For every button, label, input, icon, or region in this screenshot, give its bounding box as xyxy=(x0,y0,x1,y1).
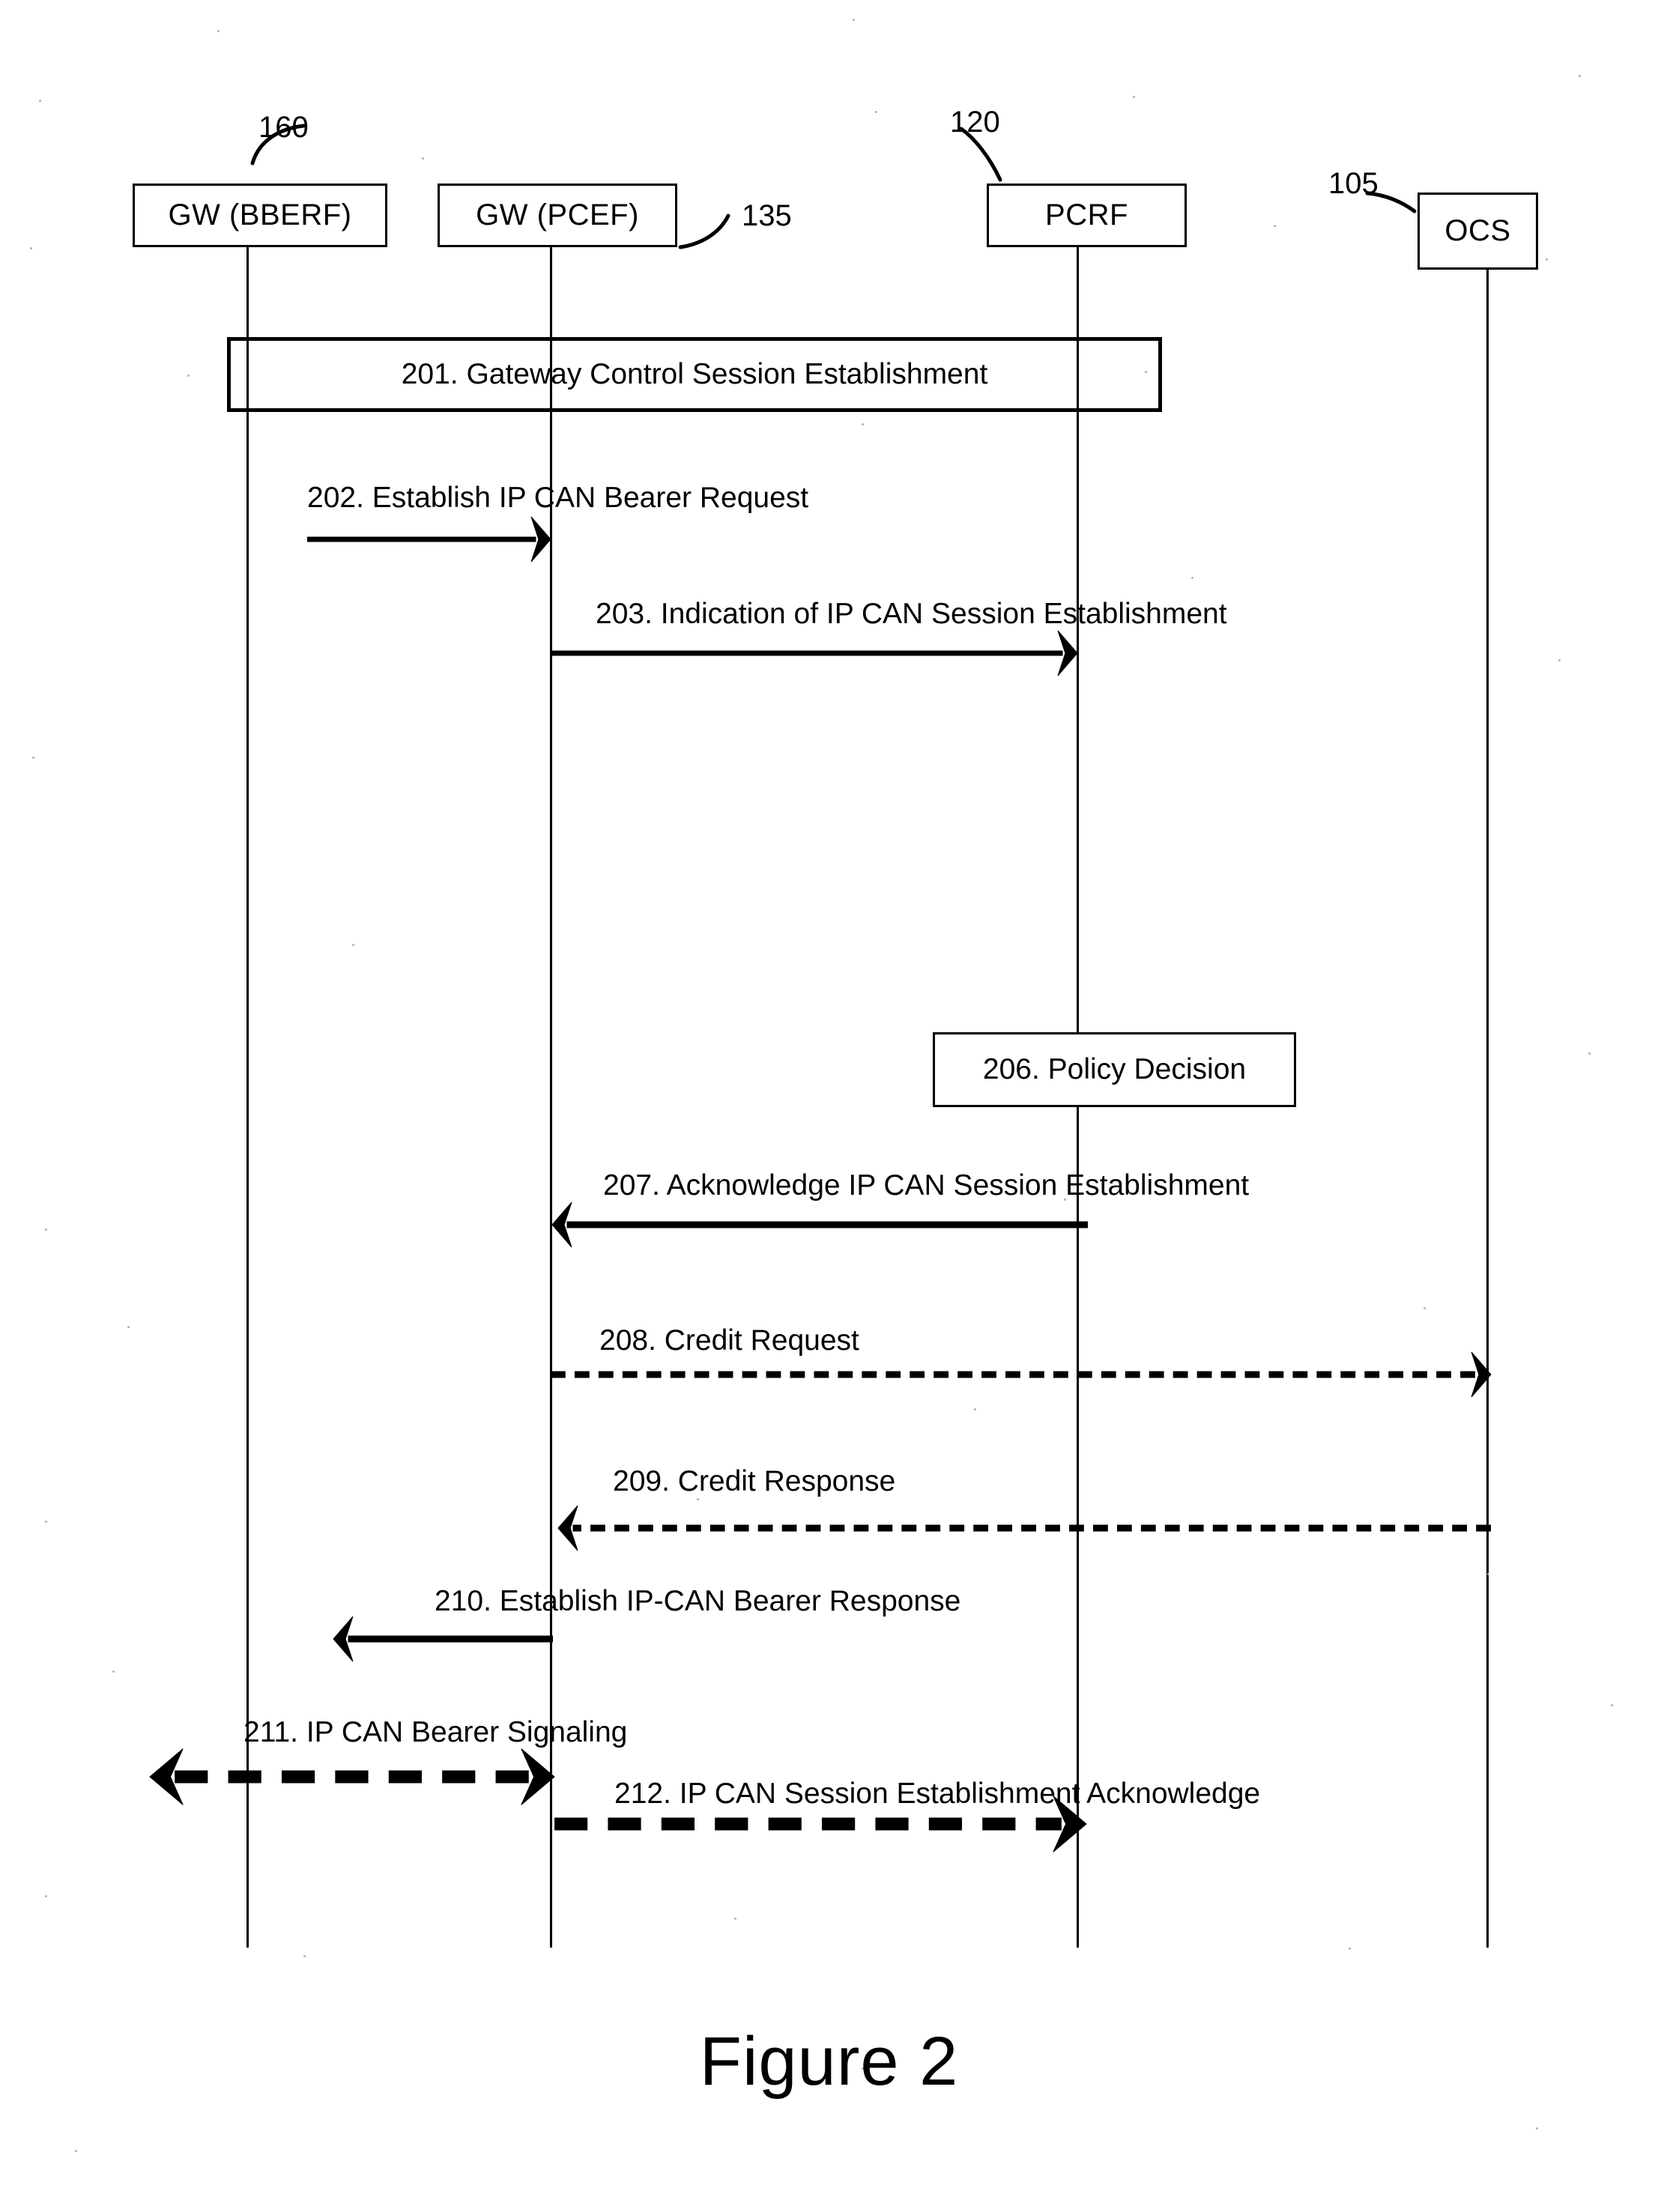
scan-speck xyxy=(45,1521,47,1523)
scan-speck xyxy=(45,1895,47,1897)
scan-speck xyxy=(187,375,190,377)
node-box-bberf[interactable]: GW (BBERF) xyxy=(133,184,387,247)
scan-speck xyxy=(30,247,32,249)
node-box-pcrf[interactable]: PCRF xyxy=(987,184,1187,247)
reference-numeral-160: 160 xyxy=(258,111,309,144)
arrow-head-203 xyxy=(1057,630,1078,676)
scan-speck xyxy=(1487,1573,1489,1575)
arrow-head-202 xyxy=(530,516,551,563)
scan-speck xyxy=(112,1670,115,1673)
scan-speck xyxy=(32,757,34,759)
scan-speck xyxy=(974,1408,976,1410)
arrow-head-207 xyxy=(551,1202,572,1248)
message-label-208: 208. Credit Request xyxy=(599,1324,859,1357)
scan-speck xyxy=(734,1918,736,1920)
message-label-210: 210. Establish IP-CAN Bearer Response xyxy=(435,1585,961,1617)
lifeline-ocs xyxy=(1486,247,1489,1948)
scan-speck xyxy=(39,100,41,102)
scan-speck xyxy=(1274,225,1276,227)
lifeline-bberf xyxy=(246,247,249,1948)
step-box-201[interactable]: 201. Gateway Control Session Establishme… xyxy=(227,337,1162,412)
reference-numeral-120: 120 xyxy=(950,106,1000,139)
node-box-pcef[interactable]: GW (PCEF) xyxy=(438,184,677,247)
scan-speck xyxy=(1611,1704,1613,1706)
scan-speck xyxy=(45,1228,47,1231)
patent-figure-page: GW (BBERF) 160 GW (PCEF) 135 PCRF 120 OCS 105 2… xyxy=(0,0,1658,2212)
arrow-head-211 xyxy=(149,1748,184,1805)
scan-speck xyxy=(303,1955,306,1957)
reference-numeral-105: 105 xyxy=(1328,167,1379,200)
arrow-head-209 xyxy=(557,1505,578,1551)
step-box-label-201: 201. Gateway Control Session Establishme… xyxy=(401,358,988,390)
figure-caption: Figure 2 xyxy=(699,2023,959,2100)
node-label-ocs: OCS xyxy=(1444,214,1511,247)
reference-numeral-135: 135 xyxy=(742,199,792,232)
node-label-pcef: GW (PCEF) xyxy=(476,199,639,231)
scan-speck xyxy=(862,423,864,425)
leader-135 xyxy=(678,213,730,249)
message-label-212: 212. IP CAN Session Establishment Acknow… xyxy=(614,1778,1261,1810)
scan-speck xyxy=(1349,1948,1351,1950)
scan-speck xyxy=(1588,1052,1591,1055)
message-label-211: 211. IP CAN Bearer Signaling xyxy=(243,1716,628,1748)
message-label-202: 202. Establish IP CAN Bearer Request xyxy=(307,482,809,514)
scan-speck xyxy=(1579,75,1581,77)
scan-speck xyxy=(853,19,855,21)
arrow-head-210 xyxy=(333,1616,354,1662)
scan-speck xyxy=(422,157,424,160)
node-label-bberf: GW (BBERF) xyxy=(168,199,352,231)
node-label-pcrf: PCRF xyxy=(1045,199,1128,231)
message-label-207: 207. Acknowledge IP CAN Session Establis… xyxy=(603,1169,1250,1202)
node-box-ocs[interactable]: OCS xyxy=(1418,193,1538,270)
step-box-label-206: 206. Policy Decision xyxy=(982,1053,1247,1085)
message-label-209: 209. Credit Response xyxy=(613,1465,896,1497)
scan-speck xyxy=(1145,371,1147,373)
scan-speck xyxy=(1191,577,1193,579)
scan-speck xyxy=(1536,2127,1538,2130)
scan-speck xyxy=(697,1498,699,1500)
scan-speck xyxy=(875,111,877,113)
scan-speck xyxy=(75,2150,77,2152)
scan-speck xyxy=(127,1326,130,1328)
scan-speck xyxy=(1423,1307,1426,1309)
scan-speck xyxy=(1133,96,1135,98)
scan-speck xyxy=(217,30,220,32)
step-box-206[interactable]: 206. Policy Decision xyxy=(933,1032,1296,1107)
scan-speck xyxy=(1064,1199,1066,1201)
scan-speck xyxy=(1558,659,1561,661)
message-label-203: 203. Indication of IP CAN Session Establ… xyxy=(596,598,1227,630)
scan-speck xyxy=(352,944,354,946)
scan-speck xyxy=(1546,258,1548,261)
